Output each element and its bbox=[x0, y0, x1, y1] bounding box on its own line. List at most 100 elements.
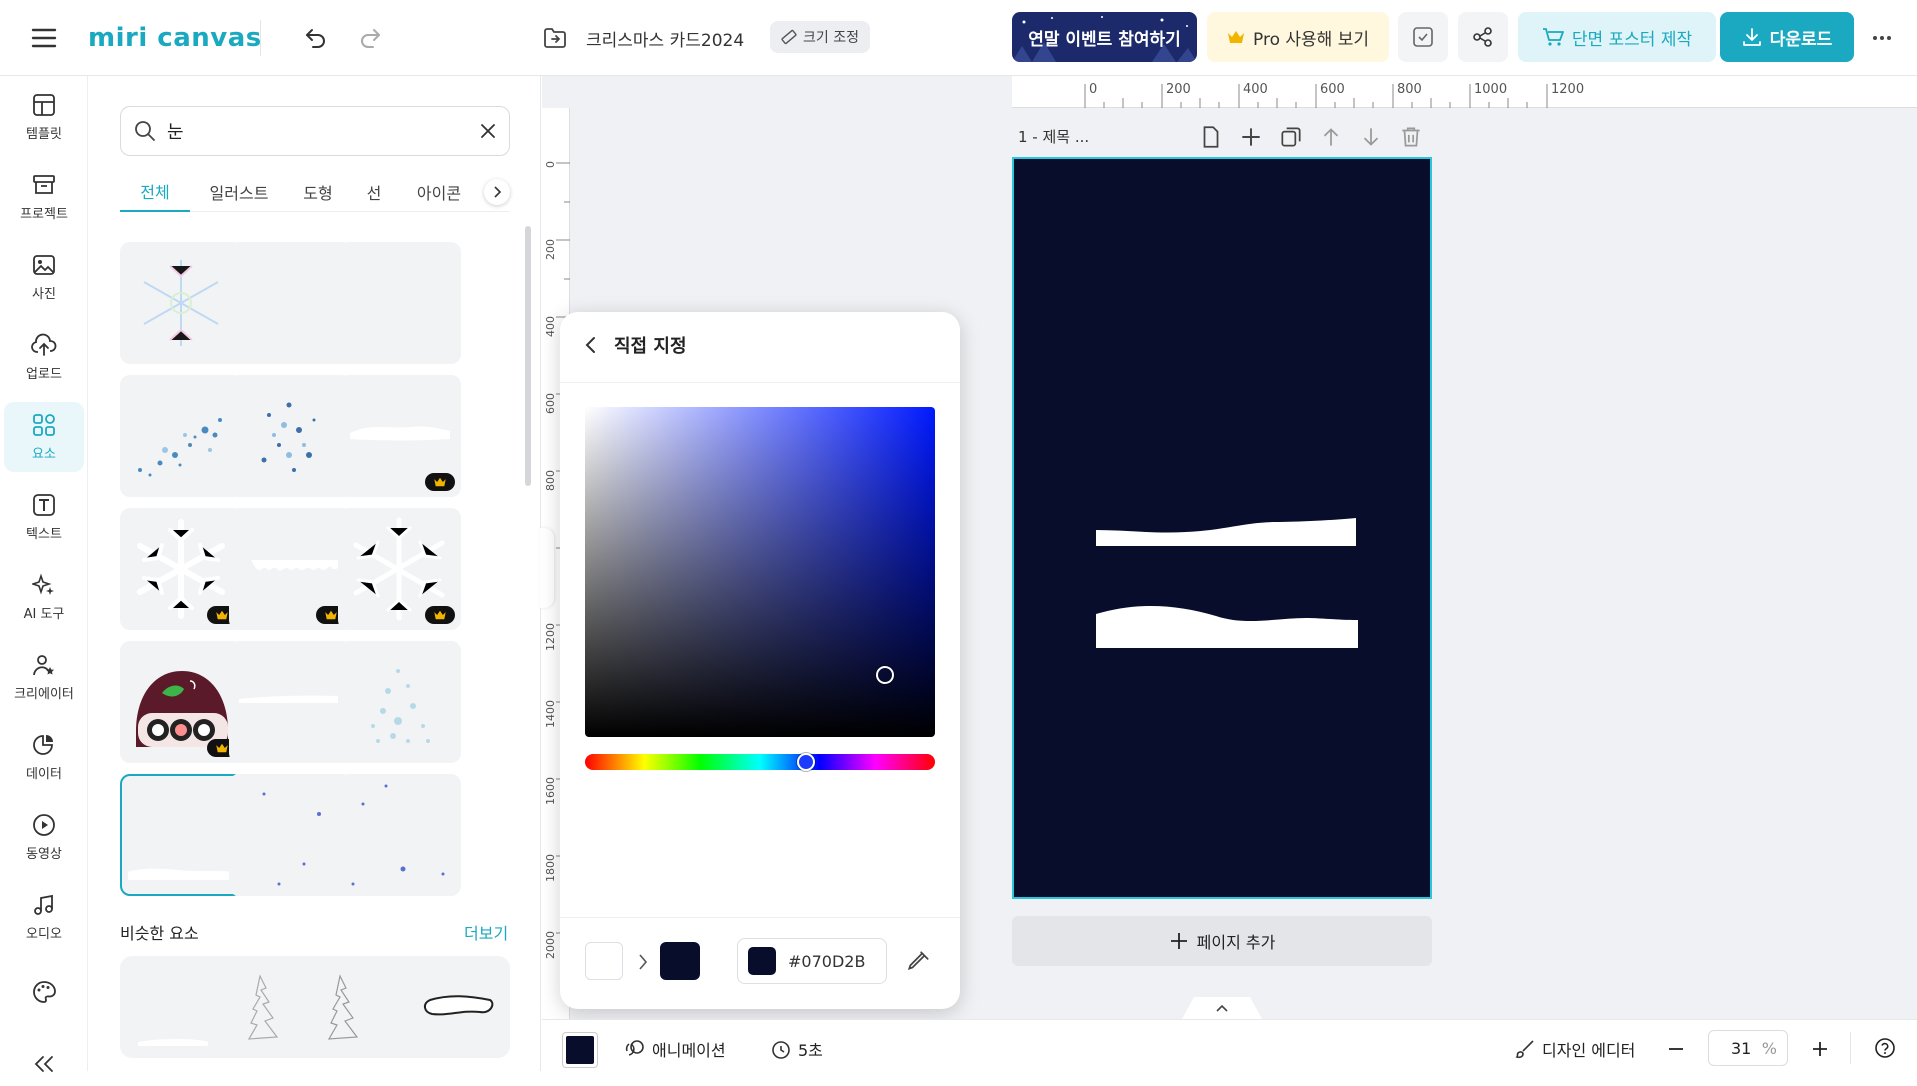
hue-slider[interactable] bbox=[585, 753, 935, 771]
element-tile[interactable] bbox=[229, 774, 352, 896]
more-options-icon[interactable] bbox=[1866, 22, 1898, 54]
sidebar-item-label: 템플릿 bbox=[26, 126, 62, 142]
element-tile[interactable] bbox=[229, 641, 352, 763]
saturation-value-area[interactable] bbox=[585, 407, 935, 737]
hue-slider-handle[interactable] bbox=[797, 753, 815, 771]
event-banner-button[interactable]: 연말 이벤트 참여하기 bbox=[1012, 12, 1197, 62]
eyedropper-icon[interactable] bbox=[906, 948, 932, 974]
pro-trial-button[interactable]: Pro 사용해 보기 bbox=[1207, 12, 1389, 62]
sidebar-item-elements[interactable]: 요소 bbox=[4, 402, 84, 472]
ruler-tick: 1200 bbox=[1551, 82, 1585, 97]
hex-color-chip bbox=[748, 947, 776, 975]
share-icon bbox=[1473, 27, 1492, 47]
element-tile[interactable] bbox=[120, 375, 243, 497]
ruler-tick: 1000 bbox=[1474, 82, 1508, 97]
more-link[interactable]: 더보기 bbox=[464, 920, 508, 944]
page-title[interactable]: 1 - 제목 ... bbox=[1018, 126, 1089, 147]
element-tile[interactable] bbox=[120, 242, 243, 364]
zoom-in-icon[interactable] bbox=[1810, 1039, 1830, 1059]
sidebar-item-ai-tool[interactable]: AI 도구 bbox=[4, 562, 84, 632]
project-icon bbox=[33, 174, 55, 194]
search-input[interactable] bbox=[167, 120, 479, 142]
add-page-button[interactable]: 페이지 추가 bbox=[1012, 916, 1432, 966]
element-tile[interactable] bbox=[120, 508, 243, 630]
move-up-icon[interactable] bbox=[1318, 124, 1344, 150]
poster-print-button[interactable]: 단면 포스터 제작 bbox=[1518, 12, 1716, 62]
app-logo[interactable]: miri canvas bbox=[88, 20, 262, 56]
design-editor-button[interactable]: 디자인 에디터 bbox=[1514, 1034, 1635, 1064]
element-tile[interactable] bbox=[338, 242, 461, 364]
duplicate-page-icon[interactable] bbox=[1278, 124, 1304, 150]
page-toolbar bbox=[1198, 124, 1424, 150]
undo-icon[interactable] bbox=[300, 22, 332, 54]
redo-icon[interactable] bbox=[354, 22, 386, 54]
previous-color-swatch[interactable] bbox=[585, 942, 623, 980]
sidebar-item-template[interactable]: 템플릿 bbox=[4, 82, 84, 152]
element-tile[interactable] bbox=[338, 375, 461, 497]
sidebar-item-upload[interactable]: 업로드 bbox=[4, 322, 84, 392]
element-tile[interactable] bbox=[229, 508, 352, 630]
sidebar-item-label: 프로젝트 bbox=[20, 206, 68, 222]
hex-input-field[interactable]: #070D2B bbox=[737, 938, 887, 984]
element-tabs: 전체 일러스트 도형 선 아이콘 bbox=[120, 172, 510, 212]
move-down-icon[interactable] bbox=[1358, 124, 1384, 150]
tab-shape[interactable]: 도형 bbox=[288, 172, 348, 212]
collapse-sidebar-button[interactable] bbox=[4, 1042, 84, 1086]
element-tile[interactable] bbox=[338, 641, 461, 763]
sidebar-item-video[interactable]: 동영상 bbox=[4, 802, 84, 872]
download-button[interactable]: 다운로드 bbox=[1720, 12, 1854, 62]
similar-elements-strip[interactable] bbox=[120, 956, 510, 1058]
color-selector-handle[interactable] bbox=[876, 666, 894, 684]
zoom-value[interactable]: 31 bbox=[1731, 1039, 1751, 1058]
sidebar-item-audio[interactable]: 오디오 bbox=[4, 882, 84, 952]
sidebar-item-creator[interactable]: 크리에이터 bbox=[4, 642, 84, 712]
folder-move-icon[interactable] bbox=[540, 24, 570, 52]
ruler-tick: 1400 bbox=[544, 700, 557, 728]
tab-all[interactable]: 전체 bbox=[120, 172, 190, 212]
sidebar-item-text[interactable]: 텍스트 bbox=[4, 482, 84, 552]
zoom-input[interactable]: 31 % bbox=[1708, 1030, 1788, 1066]
page-color-button[interactable] bbox=[562, 1032, 598, 1068]
design-page[interactable] bbox=[1012, 157, 1432, 899]
element-tile[interactable] bbox=[338, 774, 461, 896]
zoom-out-icon[interactable] bbox=[1666, 1039, 1686, 1059]
duration-button[interactable]: 5초 bbox=[770, 1034, 823, 1064]
tab-icon[interactable]: 아이콘 bbox=[404, 172, 474, 212]
animation-button[interactable]: 애니메이션 bbox=[624, 1034, 726, 1064]
element-tile-selected[interactable] bbox=[120, 774, 243, 896]
expand-pages-button[interactable] bbox=[1182, 997, 1262, 1019]
current-color-swatch[interactable] bbox=[660, 942, 700, 980]
save-button[interactable] bbox=[1398, 12, 1448, 62]
chevron-right-icon bbox=[494, 186, 502, 198]
photo-icon bbox=[33, 254, 55, 275]
document-title[interactable]: 크리스마스 카드2024 bbox=[586, 22, 744, 54]
sidebar-item-photo[interactable]: 사진 bbox=[4, 242, 84, 312]
menu-icon[interactable] bbox=[28, 22, 60, 54]
sidebar-item-label: 데이터 bbox=[26, 766, 62, 782]
hex-value[interactable]: #070D2B bbox=[788, 952, 865, 971]
color-picker-header: 직접 지정 bbox=[584, 332, 687, 358]
tab-illustration[interactable]: 일러스트 bbox=[194, 172, 284, 212]
template-icon bbox=[33, 93, 55, 116]
delete-page-icon[interactable] bbox=[1398, 124, 1424, 150]
element-tile[interactable] bbox=[120, 641, 243, 763]
back-arrow-icon[interactable] bbox=[584, 335, 598, 355]
element-tile[interactable] bbox=[338, 508, 461, 630]
resize-button[interactable]: 크기 조정 bbox=[770, 21, 870, 53]
element-tile[interactable] bbox=[229, 375, 352, 497]
clear-search-icon[interactable] bbox=[479, 122, 497, 140]
sidebar-item-data[interactable]: 데이터 bbox=[4, 722, 84, 792]
element-tile[interactable] bbox=[229, 242, 352, 364]
sidebar-item-palette[interactable] bbox=[4, 970, 84, 1014]
panel-resize-handle[interactable] bbox=[540, 528, 554, 608]
help-icon[interactable] bbox=[1874, 1037, 1896, 1059]
sidebar-item-project[interactable]: 프로젝트 bbox=[4, 162, 84, 232]
tab-line[interactable]: 선 bbox=[352, 172, 396, 212]
tabs-next-button[interactable] bbox=[484, 179, 510, 205]
panel-scrollbar[interactable] bbox=[525, 226, 531, 486]
sidebar-item-label: 동영상 bbox=[26, 846, 62, 862]
add-page-icon[interactable] bbox=[1238, 124, 1264, 150]
share-button[interactable] bbox=[1458, 12, 1508, 62]
color-picker-title: 직접 지정 bbox=[614, 336, 687, 357]
page-note-icon[interactable] bbox=[1198, 124, 1224, 150]
